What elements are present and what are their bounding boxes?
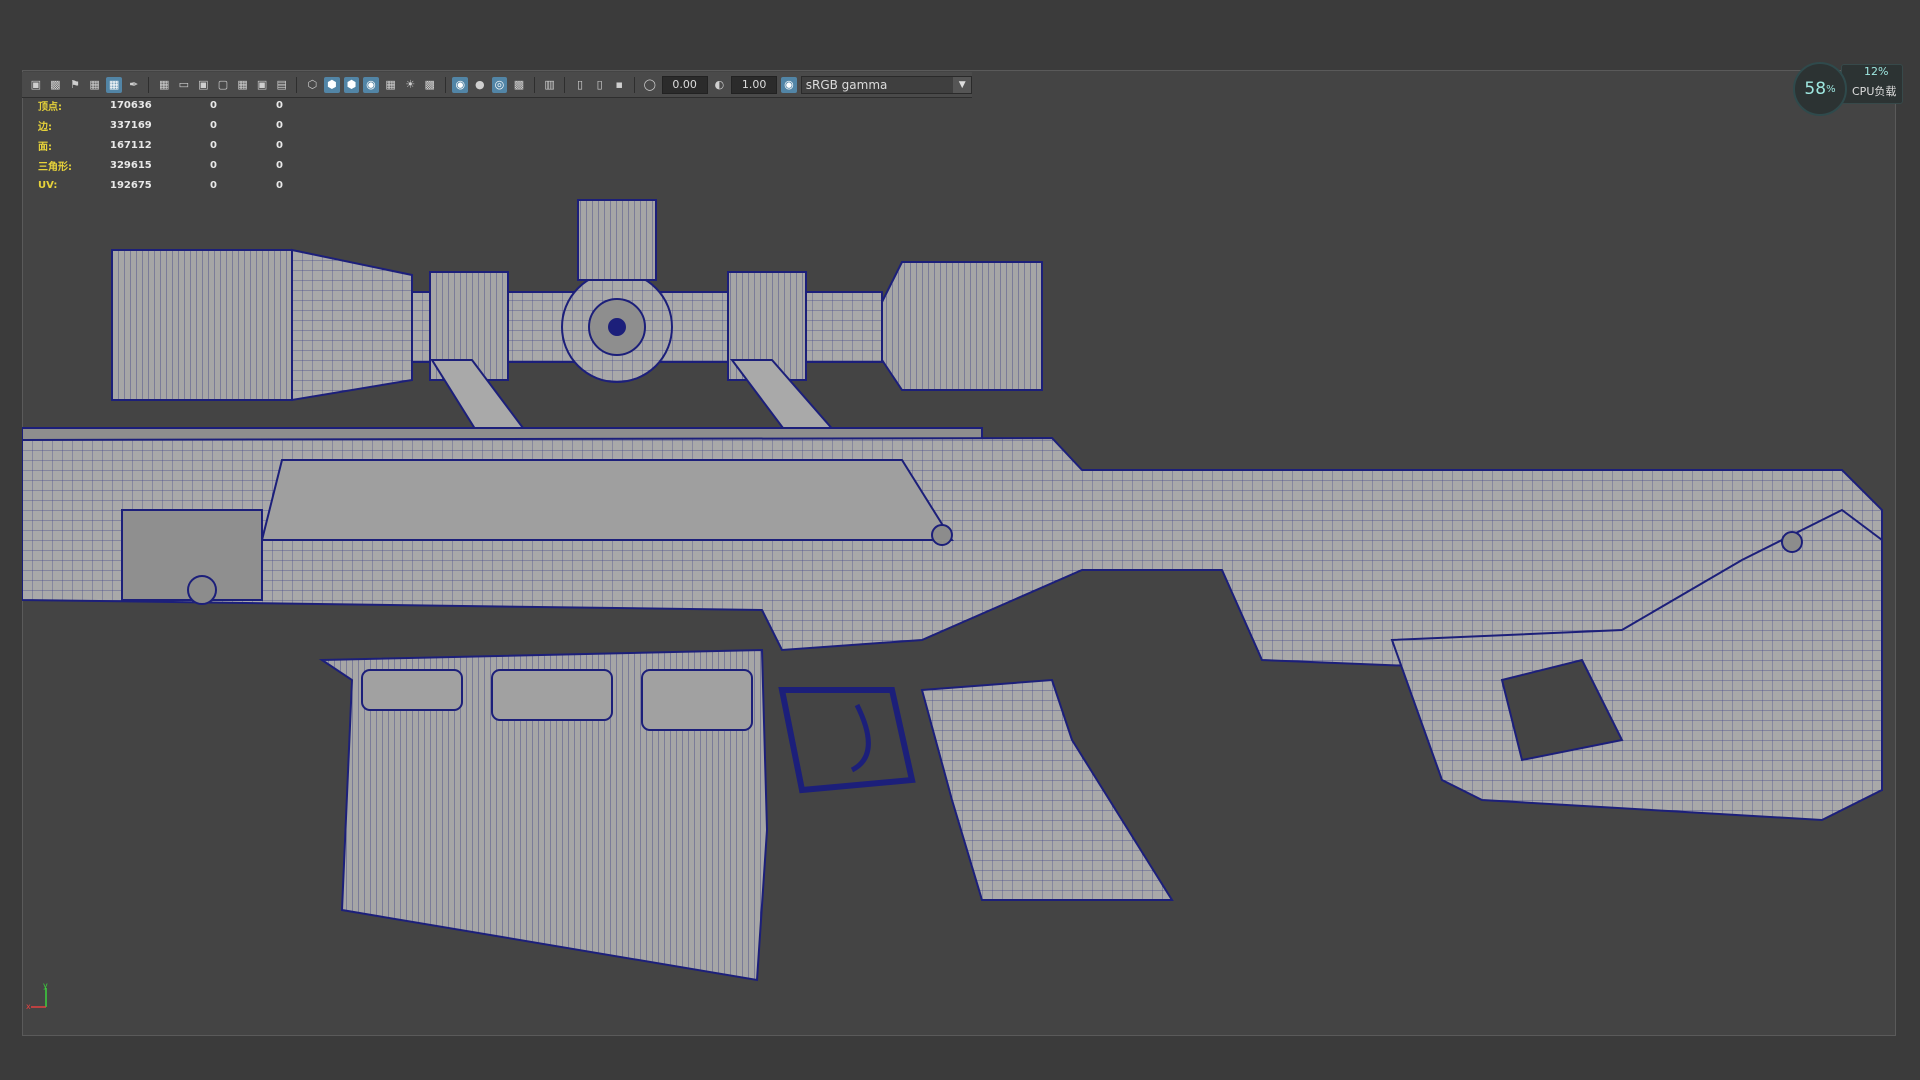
hud-value: 170636 [110, 99, 152, 111]
hud-label: 顶点: [38, 101, 62, 113]
grid-icon[interactable]: ▦ [156, 77, 172, 93]
ambient-occlusion-icon[interactable]: ▩ [511, 77, 527, 93]
hud-label: 边: [38, 121, 52, 133]
safe-action-icon[interactable]: ▣ [254, 77, 270, 93]
xray-joints-icon[interactable]: ● [472, 77, 488, 93]
color-management-icon[interactable]: ◉ [781, 76, 797, 93]
color-space-label: sRGB gamma [805, 77, 888, 92]
cpu-panel: 12% CPU负载 [1841, 64, 1903, 104]
toolbar-divider [296, 76, 298, 93]
trigger [850, 703, 871, 773]
scope-objective-bell [111, 249, 293, 401]
hud-label: 三角形: [38, 161, 72, 173]
percent-sign: % [1826, 83, 1836, 95]
gamma-icon[interactable]: ◐ [712, 77, 728, 93]
scope-elevation-turret [577, 199, 657, 281]
depth-of-field-icon[interactable]: ▪ [611, 77, 627, 93]
field-chart-icon[interactable]: ▦ [235, 77, 251, 93]
color-space-dropdown[interactable]: sRGB gamma ▼ [800, 75, 973, 94]
bookmark-icon[interactable]: ⚑ [67, 77, 83, 93]
exposure-icon[interactable]: ◯ [642, 77, 658, 93]
x-axis-label: x [26, 1002, 31, 1011]
brush-icon[interactable]: ✒ [126, 77, 142, 93]
magazine [318, 648, 769, 982]
camera-icon[interactable]: ▣ [28, 77, 44, 93]
exposure-field[interactable]: 0.00 [661, 75, 708, 94]
hud-label: 面: [38, 141, 52, 153]
hud-selected-value: 0 [210, 119, 217, 131]
hud-value: 337169 [110, 119, 152, 131]
rifle-wireframe-model[interactable] [22, 180, 1892, 1000]
camera-attributes-icon[interactable]: ▩ [48, 77, 64, 93]
receiver-pin [931, 524, 953, 546]
toolbar-divider [564, 76, 566, 93]
gamma-field[interactable]: 1.00 [731, 75, 778, 94]
hud-selected-value: 0 [210, 99, 217, 111]
xray-icon[interactable]: ◉ [452, 76, 469, 93]
hud-selected-value: 0 [210, 159, 217, 171]
lights-icon[interactable]: ☀ [402, 77, 418, 93]
performance-widget[interactable]: 12% CPU负载 58% [1793, 62, 1903, 116]
receiver-bolt-icon [187, 575, 217, 605]
safe-title-icon[interactable]: ▤ [274, 77, 290, 93]
trigger-guard [778, 687, 916, 794]
toolbar-divider [533, 76, 535, 93]
smooth-shade-icon[interactable]: ⬢ [324, 76, 340, 93]
wireframe-on-shaded-icon[interactable]: ⬢ [343, 76, 360, 93]
resolution-gate-icon[interactable]: ▣ [196, 77, 212, 93]
magazine-cutout-3 [641, 669, 753, 731]
film-gate-icon[interactable]: ▭ [176, 77, 192, 93]
axis-gizmo: y x [26, 982, 48, 1011]
scope-turret-center [608, 318, 626, 336]
checker-icon[interactable]: ▦ [383, 77, 399, 93]
image-plane-icon[interactable]: ▦ [87, 77, 103, 93]
memory-percent: 58 [1804, 79, 1827, 99]
grid-toggle-icon[interactable]: ▦ [106, 76, 122, 93]
receiver-top-panel [260, 459, 954, 541]
hud-component-value: 0 [276, 159, 283, 171]
hud-row-faces: 面: 167112 0 0 [38, 135, 342, 155]
toolbar-divider [444, 76, 446, 93]
scope-objective-taper [291, 248, 413, 402]
stock-sling-mount [1781, 531, 1803, 553]
two-sided-lighting-icon[interactable]: ▯ [572, 77, 588, 93]
wireframe-icon[interactable]: ⬡ [304, 77, 320, 93]
shadows-icon[interactable]: ▩ [422, 77, 438, 93]
memory-gauge: 58% [1793, 62, 1847, 116]
xray-components-icon[interactable]: ◎ [491, 76, 508, 93]
cpu-label: CPU负载 [1852, 85, 1897, 98]
hud-component-value: 0 [276, 139, 283, 151]
multisample-icon[interactable]: ▯ [592, 77, 608, 93]
pistol-grip [920, 678, 1174, 901]
scope [111, 199, 1043, 441]
magazine-cutout-1 [361, 669, 463, 711]
gate-mask-icon[interactable]: ▢ [215, 77, 231, 93]
toolbar-divider [148, 76, 150, 93]
hud-selected-value: 0 [210, 139, 217, 151]
hud-row-vertices: 顶点: 170636 0 0 [38, 95, 342, 115]
scope-eyepiece [881, 261, 1043, 391]
hud-row-triangles: 三角形: 329615 0 0 [38, 155, 342, 175]
hud-value: 167112 [110, 139, 152, 151]
cpu-percent: 12% [1864, 65, 1889, 78]
hud-value: 329615 [110, 159, 152, 171]
hud-component-value: 0 [276, 119, 283, 131]
hud-row-edges: 边: 337169 0 0 [38, 115, 342, 135]
chevron-down-icon: ▼ [953, 76, 972, 93]
isolate-select-icon[interactable]: ▥ [542, 77, 558, 93]
hud-component-value: 0 [276, 99, 283, 111]
magazine-cutout-2 [491, 669, 613, 721]
toolbar-divider [634, 76, 635, 93]
y-axis-label: y [43, 982, 48, 990]
textured-icon[interactable]: ◉ [363, 76, 379, 93]
